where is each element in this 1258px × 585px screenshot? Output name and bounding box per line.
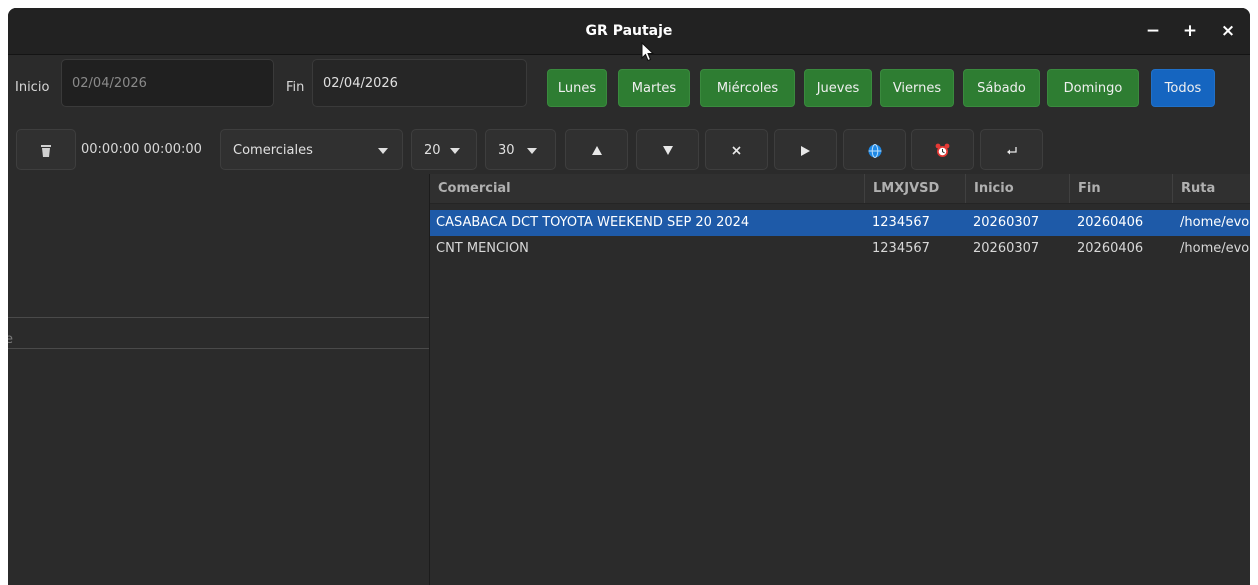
triangle-up-icon	[591, 146, 602, 155]
move-down-button[interactable]	[636, 129, 699, 170]
inicio-date-field[interactable]: 02/04/2026	[61, 59, 274, 107]
chevron-down-icon	[378, 148, 388, 154]
play-icon	[801, 145, 810, 156]
category-dropdown[interactable]: Comerciales	[220, 129, 403, 170]
mouse-cursor-icon	[641, 42, 655, 62]
triangle-down-icon	[662, 146, 673, 155]
title-bar[interactable]: GR Pautaje − + ×	[8, 8, 1250, 55]
column-header-ruta[interactable]: Ruta	[1172, 174, 1250, 203]
column-header-fin[interactable]: Fin	[1069, 174, 1172, 203]
day-button-miercoles[interactable]: Miércoles	[700, 69, 795, 107]
cell-fin: 20260406	[1077, 215, 1144, 230]
column-header-dias[interactable]: LMXJVSD	[864, 174, 965, 203]
minimize-button[interactable]: −	[1139, 8, 1167, 54]
trash-icon	[41, 144, 51, 157]
filter-row: Inicio 02/04/2026 Fin 02/04/2026 Lunes M…	[8, 59, 1250, 107]
close-button[interactable]: ×	[1214, 8, 1242, 54]
cell-dias: 1234567	[872, 241, 930, 256]
cell-ruta: /home/evo	[1180, 241, 1250, 256]
comerciales-table: Comercial LMXJVSD Inicio Fin Ruta CASABA…	[430, 174, 1250, 585]
toolbar: 00:00:00 00:00:00 Comerciales 20 30	[8, 122, 1250, 174]
alarm-clock-icon	[935, 143, 950, 157]
count-b-value: 30	[498, 143, 515, 158]
remove-button[interactable]	[705, 129, 768, 170]
app-window: GR Pautaje − + × Inicio 02/04/2026 Fin 0…	[8, 8, 1250, 585]
table-row[interactable]: CNT MENCION 1234567 20260307 20260406 /h…	[430, 236, 1250, 262]
move-up-button[interactable]	[565, 129, 628, 170]
return-icon	[1006, 146, 1017, 154]
fin-date-field[interactable]: 02/04/2026	[312, 59, 527, 107]
alarm-button[interactable]	[911, 129, 974, 170]
maximize-button[interactable]: +	[1176, 8, 1204, 54]
divider	[8, 317, 429, 318]
chevron-down-icon	[527, 148, 537, 154]
chevron-down-icon	[450, 148, 460, 154]
cell-inicio: 20260307	[973, 241, 1040, 256]
count-a-dropdown[interactable]: 20	[411, 129, 477, 170]
day-button-domingo[interactable]: Domingo	[1047, 69, 1139, 107]
day-button-sabado[interactable]: Sábado	[963, 69, 1040, 107]
column-header-comercial[interactable]: Comercial	[430, 174, 864, 203]
day-button-viernes[interactable]: Viernes	[880, 69, 954, 107]
delete-button[interactable]	[16, 129, 76, 170]
divider	[8, 348, 429, 349]
enter-button[interactable]	[980, 129, 1043, 170]
count-a-value: 20	[424, 143, 441, 158]
left-panel-partial-header: e	[8, 332, 13, 347]
window-title: GR Pautaje	[585, 23, 673, 39]
fin-label: Fin	[286, 80, 305, 95]
cell-fin: 20260406	[1077, 241, 1144, 256]
category-dropdown-value: Comerciales	[233, 143, 313, 158]
day-button-martes[interactable]: Martes	[618, 69, 690, 107]
close-icon	[732, 146, 741, 155]
cell-comercial: CNT MENCION	[436, 241, 529, 256]
globe-icon	[868, 143, 881, 158]
todos-button[interactable]: Todos	[1151, 69, 1215, 107]
table-header: Comercial LMXJVSD Inicio Fin Ruta	[430, 174, 1250, 204]
table-row[interactable]: CASABACA DCT TOYOTA WEEKEND SEP 20 2024 …	[430, 210, 1250, 236]
cell-dias: 1234567	[872, 215, 930, 230]
left-panel: e	[8, 174, 430, 585]
time-range-text: 00:00:00 00:00:00	[81, 142, 202, 157]
day-button-lunes[interactable]: Lunes	[547, 69, 607, 107]
globe-button[interactable]	[843, 129, 906, 170]
inicio-label: Inicio	[15, 80, 50, 95]
cell-comercial: CASABACA DCT TOYOTA WEEKEND SEP 20 2024	[436, 215, 750, 230]
cell-ruta: /home/evo	[1180, 215, 1250, 230]
count-b-dropdown[interactable]: 30	[485, 129, 556, 170]
cell-inicio: 20260307	[973, 215, 1040, 230]
play-button[interactable]	[774, 129, 837, 170]
day-button-jueves[interactable]: Jueves	[804, 69, 872, 107]
column-header-inicio[interactable]: Inicio	[965, 174, 1069, 203]
